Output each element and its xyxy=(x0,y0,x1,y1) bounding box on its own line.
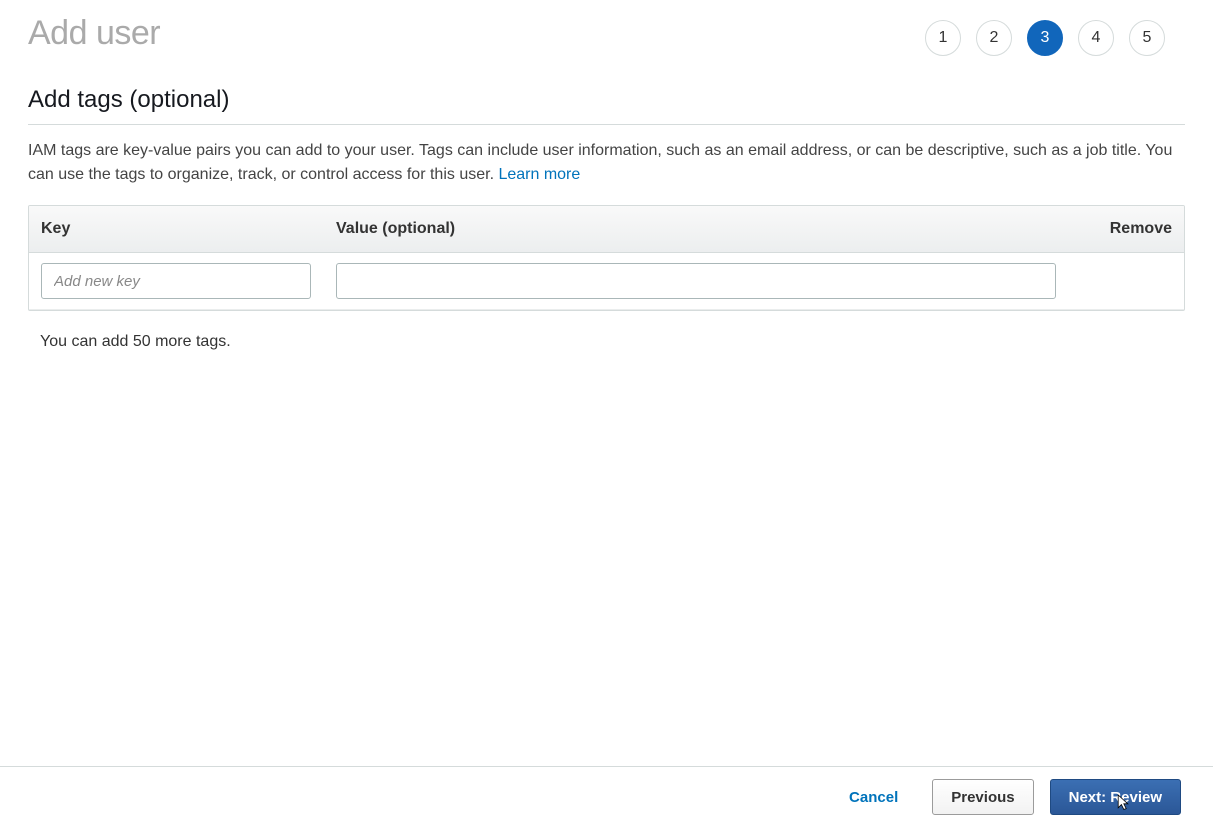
tags-table-row xyxy=(29,253,1184,310)
column-header-value: Value (optional) xyxy=(336,220,1082,238)
learn-more-link[interactable]: Learn more xyxy=(498,166,580,183)
tag-value-input[interactable] xyxy=(336,263,1056,299)
page-title: Add user xyxy=(28,14,160,53)
step-1[interactable]: 1 xyxy=(925,20,961,56)
step-4[interactable]: 4 xyxy=(1078,20,1114,56)
step-5[interactable]: 5 xyxy=(1129,20,1165,56)
wizard-stepper: 1 2 3 4 5 xyxy=(925,20,1185,56)
section-title: Add tags (optional) xyxy=(28,86,1185,125)
section-description-text: IAM tags are key-value pairs you can add… xyxy=(28,142,1172,183)
cancel-button[interactable]: Cancel xyxy=(831,779,916,815)
tags-table: Key Value (optional) Remove xyxy=(28,205,1185,311)
tags-table-header: Key Value (optional) Remove xyxy=(29,206,1184,253)
wizard-footer: Cancel Previous Next: Review xyxy=(0,766,1213,827)
step-2[interactable]: 2 xyxy=(976,20,1012,56)
tags-remaining-note: You can add 50 more tags. xyxy=(28,319,1185,351)
column-header-key: Key xyxy=(41,220,336,238)
previous-button[interactable]: Previous xyxy=(932,779,1033,815)
column-header-remove: Remove xyxy=(1082,220,1172,238)
step-3[interactable]: 3 xyxy=(1027,20,1063,56)
next-review-button[interactable]: Next: Review xyxy=(1050,779,1181,815)
tag-key-input[interactable] xyxy=(41,263,311,299)
section-description: IAM tags are key-value pairs you can add… xyxy=(28,139,1185,187)
